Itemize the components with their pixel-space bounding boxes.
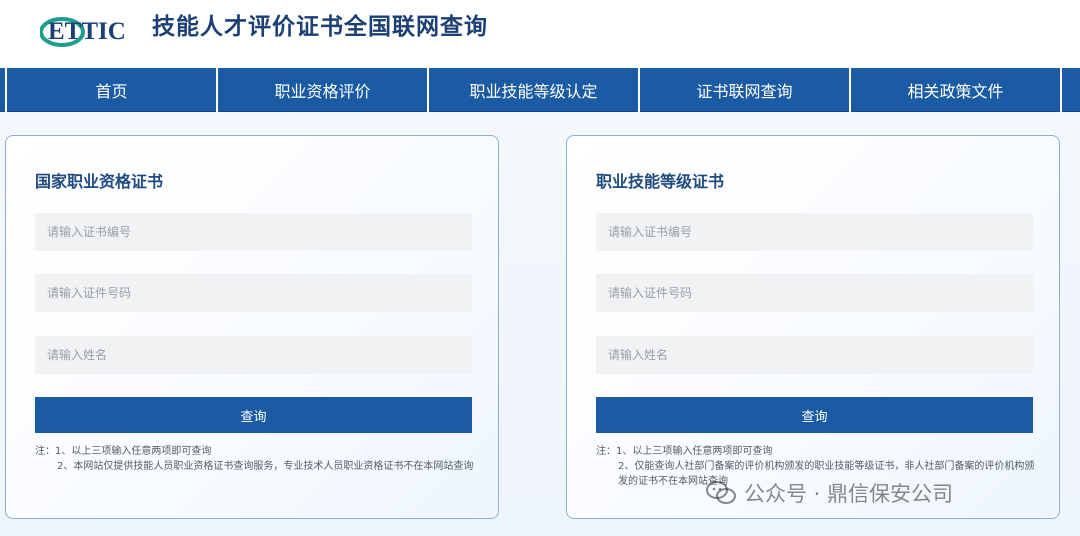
- cert-number-input[interactable]: [596, 213, 1033, 251]
- note-1: 注：1、以上三项输入任意两项即可查询: [35, 446, 212, 457]
- name-input[interactable]: [596, 336, 1033, 374]
- query-button[interactable]: 查询: [35, 397, 472, 433]
- skill-level-cert-card: 职业技能等级证书 查询 注：1、以上三项输入任意两项即可查询 2、仅能查询人社部…: [566, 135, 1060, 519]
- note-1: 注：1、以上三项输入任意两项即可查询: [596, 446, 773, 457]
- site-title: 技能人才评价证书全国联网查询: [152, 14, 488, 40]
- site-header: ETTIC 技能人才评价证书全国联网查询: [0, 0, 1080, 68]
- watermark: 公众号 · 鼎信保安公司: [706, 476, 953, 510]
- logo-text: ETTIC: [48, 18, 126, 45]
- note-2: 2、本网站仅提供技能人员职业资格证书查询服务，专业技术人员职业资格证书不在本网站…: [57, 461, 474, 472]
- nav-item-policy-documents[interactable]: 相关政策文件: [849, 68, 1060, 112]
- nav-item-home[interactable]: 首页: [5, 68, 216, 112]
- card-title: 国家职业资格证书: [35, 172, 164, 191]
- notes: 注：1、以上三项输入任意两项即可查询 2、本网站仅提供技能人员职业资格证书查询服…: [35, 444, 475, 474]
- cert-number-input[interactable]: [35, 213, 472, 251]
- wechat-icon: [706, 481, 736, 504]
- nav-item-certificate-query[interactable]: 证书联网查询: [638, 68, 849, 112]
- id-number-input[interactable]: [596, 274, 1033, 312]
- ettic-logo[interactable]: ETTIC: [40, 10, 148, 48]
- nav-item-skill-level-certification[interactable]: 职业技能等级认定: [427, 68, 638, 112]
- id-number-input[interactable]: [35, 274, 472, 312]
- page: ETTIC 技能人才评价证书全国联网查询 首页 职业资格评价 职业技能等级认定 …: [0, 0, 1080, 536]
- qualification-cert-card: 国家职业资格证书 查询 注：1、以上三项输入任意两项即可查询 2、本网站仅提供技…: [5, 135, 499, 519]
- card-title: 职业技能等级证书: [596, 172, 725, 191]
- query-button[interactable]: 查询: [596, 397, 1033, 433]
- nav-item-qualification-evaluation[interactable]: 职业资格评价: [216, 68, 427, 112]
- main-nav: 首页 职业资格评价 职业技能等级认定 证书联网查询 相关政策文件: [0, 68, 1080, 112]
- name-input[interactable]: [35, 336, 472, 374]
- nav-divider: [1060, 68, 1066, 112]
- watermark-text: 公众号 · 鼎信保安公司: [744, 482, 954, 506]
